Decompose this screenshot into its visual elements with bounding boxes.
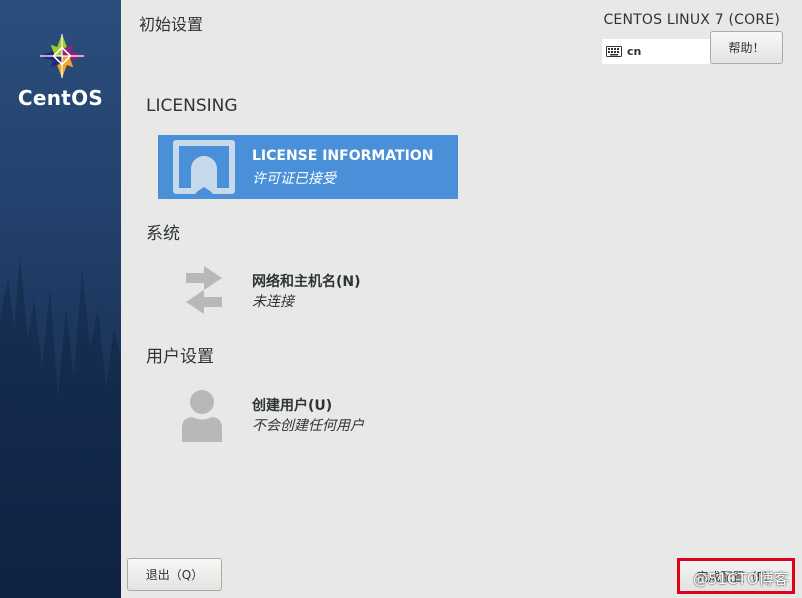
spoke-status: 许可证已接受 bbox=[252, 171, 336, 187]
license-certificate-icon bbox=[173, 140, 235, 194]
help-button[interactable]: 帮助！ bbox=[710, 31, 783, 64]
keyboard-layout-label: cn bbox=[627, 45, 642, 58]
spoke-title: 创建用户(U) bbox=[252, 398, 333, 414]
product-title: CENTOS LINUX 7 (CORE) bbox=[603, 12, 780, 28]
keyboard-layout-indicator[interactable]: cn bbox=[602, 39, 710, 64]
quit-button[interactable]: 退出（Q） bbox=[127, 558, 222, 591]
spoke-title: 网络和主机名(N) bbox=[252, 274, 361, 290]
spoke-create-user[interactable]: 创建用户(U) 不会创建任何用户 bbox=[158, 382, 458, 446]
user-icon bbox=[182, 390, 222, 442]
spoke-status: 不会创建任何用户 bbox=[252, 418, 364, 434]
centos-logo-icon bbox=[40, 34, 84, 78]
section-heading-licensing: LICENSING bbox=[146, 96, 238, 116]
spoke-title: LICENSE INFORMATION bbox=[252, 148, 434, 164]
spoke-license-information[interactable]: LICENSE INFORMATION 许可证已接受 bbox=[158, 135, 458, 199]
forest-background bbox=[0, 258, 121, 598]
section-heading-system: 系统 bbox=[146, 224, 180, 244]
brand-name: CentOS bbox=[17, 86, 104, 110]
page-title: 初始设置 bbox=[139, 15, 204, 34]
network-arrows-icon bbox=[186, 266, 222, 314]
keyboard-icon bbox=[606, 46, 622, 57]
brand-sidebar: CentOS bbox=[0, 0, 121, 598]
spoke-status: 未连接 bbox=[252, 294, 294, 310]
section-heading-user-settings: 用户设置 bbox=[146, 347, 214, 367]
spoke-network-hostname[interactable]: 网络和主机名(N) 未连接 bbox=[158, 258, 458, 322]
finish-configuration-button[interactable]: 完成配置（F） bbox=[677, 558, 795, 594]
